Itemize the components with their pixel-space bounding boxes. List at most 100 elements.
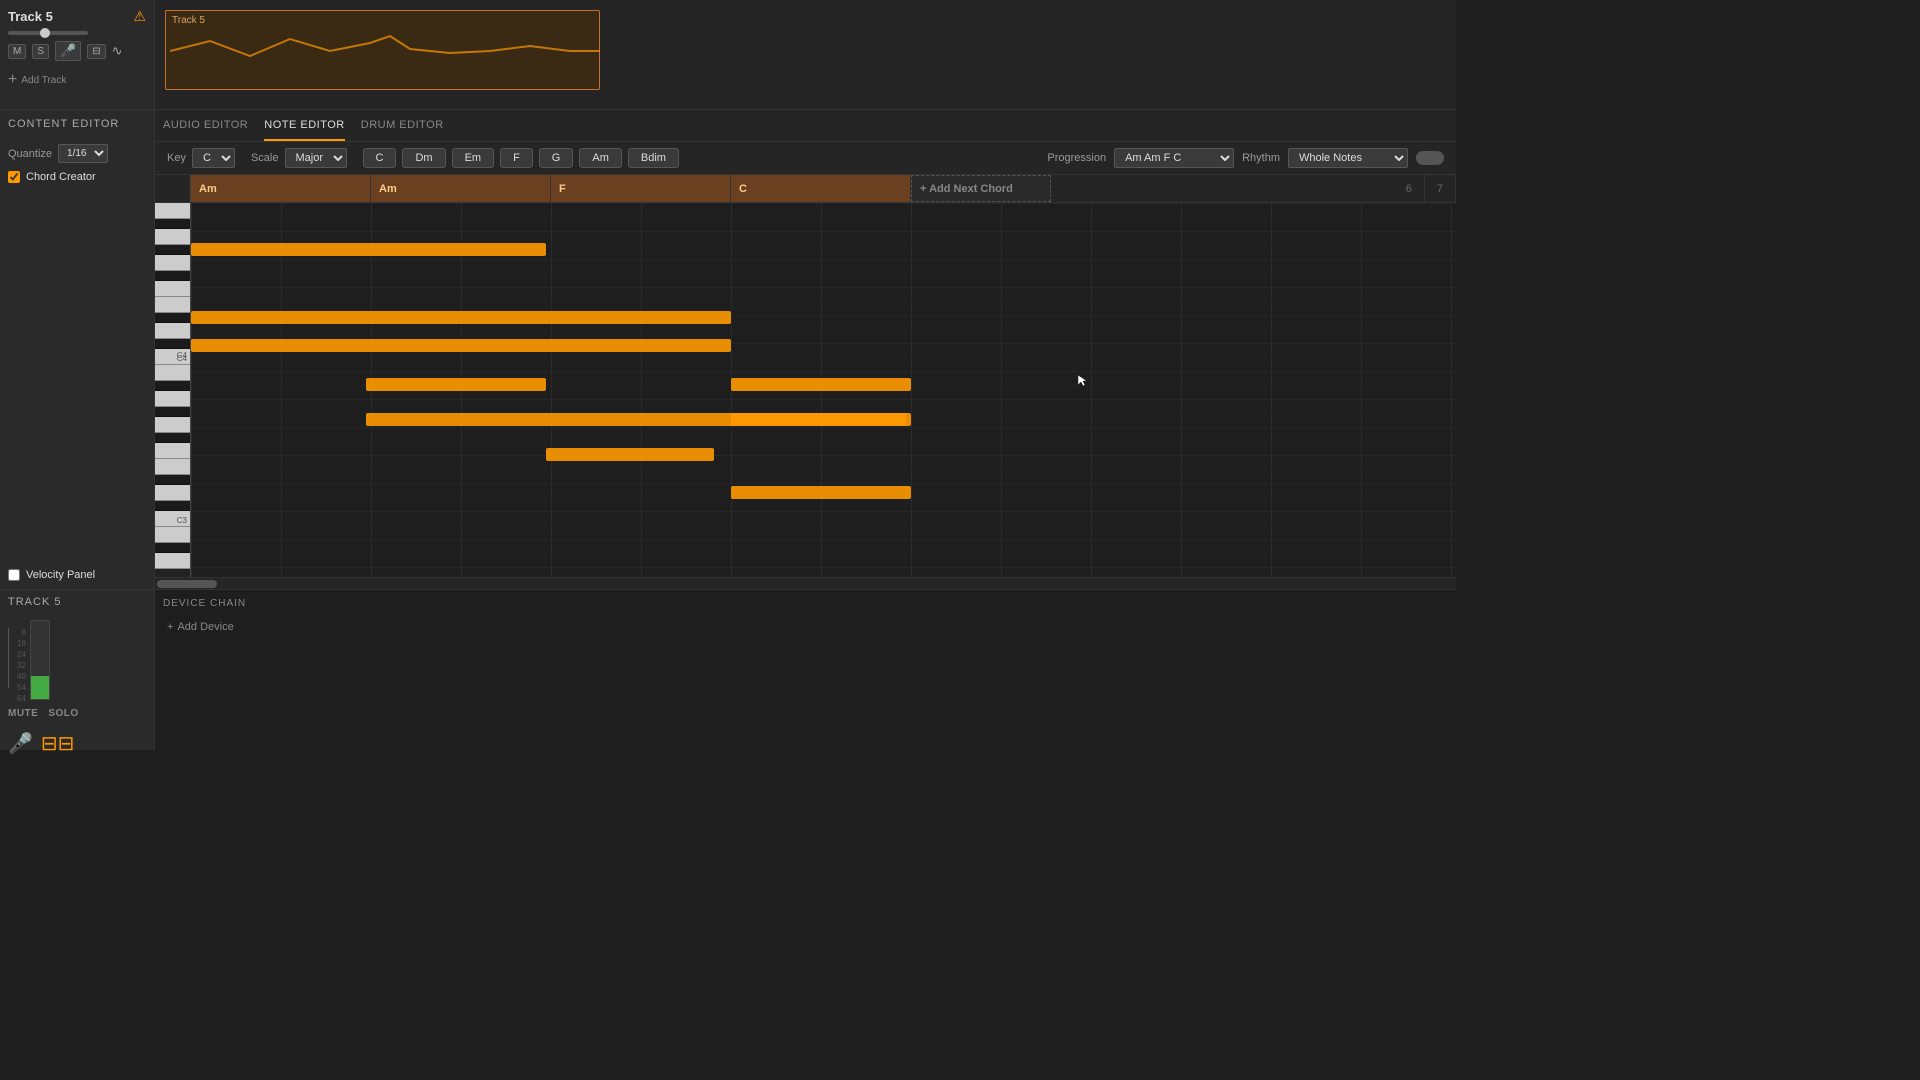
tab-drum-editor[interactable]: DRUM EDITOR [361, 111, 444, 141]
piano-key-B2[interactable] [155, 527, 190, 543]
piano-key-E4[interactable] [155, 297, 190, 313]
track-controls: M S 🎤 ⊟ ∿ [8, 41, 146, 61]
piano-key-Ab4[interactable] [155, 245, 190, 255]
level-num-64: 64 [17, 694, 26, 703]
grid-h-line-14 [191, 399, 1456, 400]
warning-icon: ⚠ [133, 8, 146, 25]
chord-btn-Dm[interactable]: Dm [402, 148, 445, 168]
solo-button[interactable]: S [32, 44, 49, 59]
notes-grid[interactable] [191, 203, 1456, 577]
piano-key-A2[interactable] [155, 553, 190, 569]
piano-key-E3[interactable] [155, 459, 190, 475]
progression-select[interactable]: Am Am F C [1114, 148, 1234, 168]
piano-key-Bb2[interactable] [155, 543, 190, 553]
chord-btn-F[interactable]: F [500, 148, 533, 168]
add-track-plus[interactable]: + [8, 71, 17, 89]
grid-v-line-8 [911, 203, 912, 577]
chord-Am-2[interactable]: Am [371, 175, 551, 202]
scroll-thumb[interactable] [157, 580, 217, 588]
chord-labels: Am Am F C [191, 175, 1456, 202]
piano-key-Bb4[interactable] [155, 219, 190, 229]
slider-thumb [40, 28, 50, 38]
tab-audio-editor[interactable]: AUDIO EDITOR [163, 111, 248, 141]
bottom-mute-btn[interactable]: MUTE [8, 708, 38, 719]
piano-key-A4[interactable] [155, 229, 190, 245]
chord-btn-Am[interactable]: Am [579, 148, 622, 168]
piano-key-C3[interactable]: C3 [155, 511, 190, 527]
eq-button[interactable]: ⊟ [87, 44, 105, 59]
grid-h-line-18 [191, 455, 1456, 456]
piano-key-F3[interactable] [155, 443, 190, 459]
scale-label: Scale [251, 152, 279, 164]
piano-key-Eb4[interactable] [155, 313, 190, 323]
level-num-16: 16 [17, 639, 26, 648]
grid-h-line-26 [191, 567, 1456, 568]
track-title: Track 5 [8, 9, 53, 24]
track-timeline[interactable]: Track 5 [155, 0, 1456, 109]
piano-key-B3[interactable] [155, 365, 190, 381]
piano-key-F#3[interactable] [155, 433, 190, 443]
add-next-chord[interactable]: + Add Next Chord [911, 175, 1051, 202]
grid-h-line-22 [191, 511, 1456, 512]
toggle-switch[interactable] [1416, 151, 1444, 165]
key-select[interactable]: CDEFGAB [192, 148, 235, 168]
piano-key-B4[interactable] [155, 203, 190, 219]
horizontal-scrollbar[interactable] [155, 577, 1456, 589]
chord-Am-1[interactable]: Am [191, 175, 371, 202]
chord-C[interactable]: C [731, 175, 911, 202]
quantize-select[interactable]: 1/16 1/8 1/4 [58, 144, 108, 163]
note-bar-6[interactable] [731, 378, 911, 391]
note-bar-1[interactable] [191, 311, 731, 324]
grid-h-line-24 [191, 539, 1456, 540]
grid-h-line-11 [191, 357, 1456, 358]
piano-key-F#4[interactable] [155, 271, 190, 281]
level-fill [31, 676, 49, 699]
chord-creator-checkbox[interactable] [8, 171, 20, 183]
piano-key-D4[interactable] [155, 323, 190, 339]
bottom-solo-btn[interactable]: SOLO [48, 708, 78, 719]
note-bar-5[interactable] [546, 448, 714, 461]
chord-btn-C[interactable]: C [363, 148, 397, 168]
rhythm-select[interactable]: Whole Notes Half Notes Quarter Notes [1288, 148, 1408, 168]
note-bar-0[interactable] [191, 243, 546, 256]
piano-key-Eb3[interactable] [155, 475, 190, 485]
note-bar-3[interactable] [366, 378, 546, 391]
grid-h-line-0 [191, 203, 1456, 204]
bottom-eq-icon[interactable]: ⊟⊟ [41, 731, 75, 756]
chord-btn-G[interactable]: G [539, 148, 574, 168]
bottom-mic-icon[interactable]: 🎤 [8, 731, 33, 756]
grid-h-line-2 [191, 231, 1456, 232]
chord-buttons: C Dm Em F G Am Bdim [363, 148, 679, 168]
mute-button[interactable]: M [8, 44, 26, 59]
piano-key-D3[interactable] [155, 485, 190, 501]
piano-keys: .pk-white { height:16px; background:#ccc… [155, 203, 191, 577]
piano-key-C#3[interactable] [155, 501, 190, 511]
piano-key-F4[interactable] [155, 281, 190, 297]
clip-waveform [170, 31, 600, 71]
tab-note-editor[interactable]: NOTE EDITOR [264, 111, 344, 141]
track-clip[interactable]: Track 5 [165, 10, 600, 90]
piano-key-G4[interactable] [155, 255, 190, 271]
add-device-button[interactable]: + Add Device [163, 617, 1448, 637]
chord-toolbar: Key CDEFGAB Scale MajorMinor C Dm Em F G… [155, 142, 1456, 175]
mic-button[interactable]: 🎤 [55, 41, 81, 61]
wave-button[interactable]: ∿ [112, 43, 123, 59]
chord-spacer [155, 175, 191, 202]
piano-key-C#4[interactable] [155, 339, 190, 349]
piano-key-A3[interactable] [155, 391, 190, 407]
chord-F[interactable]: F [551, 175, 731, 202]
velocity-panel-checkbox[interactable] [8, 569, 20, 581]
track-volume-slider[interactable] [8, 31, 88, 35]
piano-key-Bb3[interactable] [155, 381, 190, 391]
chord-btn-Em[interactable]: Em [452, 148, 495, 168]
piano-key-Ab3[interactable] [155, 407, 190, 417]
chord-btn-Bdim[interactable]: Bdim [628, 148, 679, 168]
level-num-54: 54 [17, 683, 26, 692]
scale-select[interactable]: MajorMinor [285, 148, 347, 168]
note-bar-8[interactable] [731, 486, 911, 499]
piano-key-C4[interactable]: C4 [155, 349, 190, 365]
grid-h-line-6 [191, 287, 1456, 288]
note-bar-7[interactable] [731, 413, 911, 426]
piano-key-G3[interactable] [155, 417, 190, 433]
note-bar-2[interactable] [191, 339, 731, 352]
